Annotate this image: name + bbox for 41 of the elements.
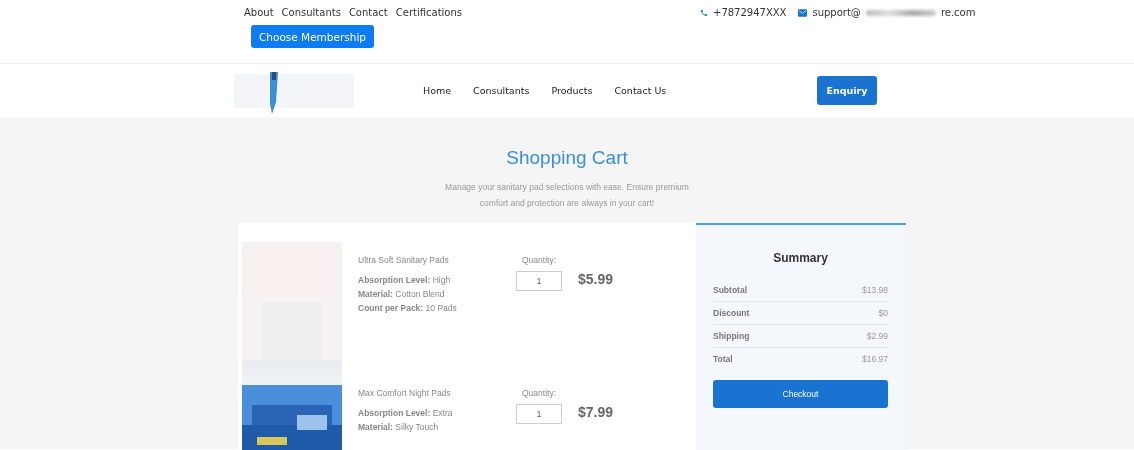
quantity-label: Quantity: [522, 388, 556, 398]
quantity-field[interactable]: 1 [516, 271, 562, 291]
product-spec: Count per Pack: 10 Pads [358, 303, 458, 313]
nav-link[interactable]: Consultants [473, 85, 530, 96]
summary-label: Shipping [713, 331, 750, 341]
product-name: Max Comfort Night Pads [358, 388, 452, 398]
product-name: Ultra Soft Sanitary Pads [358, 255, 450, 265]
summary-label: Subtotal [713, 285, 747, 295]
nav-link[interactable]: Home [423, 85, 452, 96]
summary-value: $13.98 [862, 285, 888, 295]
summary-value: $16.97 [862, 354, 888, 364]
mail-icon [798, 8, 808, 17]
product-price: $7.99 [578, 403, 614, 422]
product-spec: Absorption Level: High [358, 275, 452, 285]
summary-value: $2.99 [866, 331, 888, 341]
nav-link[interactable]: Products [551, 85, 593, 96]
quantity-label: Quantity: [522, 255, 556, 265]
enquiry-button[interactable]: Enquiry [817, 76, 877, 105]
top-link[interactable]: Contact [348, 7, 388, 18]
membership-button[interactable]: Choose Membership [251, 25, 374, 48]
product-spec: Material: Cotton Blend [358, 289, 446, 299]
quantity-field[interactable]: 1 [516, 404, 562, 424]
page-subtitle: Manage your sanitary pad selections with ease. Ensure premium comfort and protection are always in your cart! [444, 181, 690, 210]
summary-title: Summary [772, 251, 829, 265]
email-end: re.com [940, 7, 976, 18]
top-link[interactable]: Consultants [281, 7, 341, 18]
page-title: Shopping Cart [506, 147, 628, 169]
summary-label: Discount [713, 308, 750, 318]
blurred-text [865, 9, 936, 16]
summary-value: $0 [878, 308, 888, 318]
checkout-button[interactable]: Checkout [713, 380, 888, 408]
product-spec: Absorption Level: Extra [358, 408, 454, 418]
phone-number: +7872947XXX [713, 7, 787, 18]
email-start: support@ [812, 7, 861, 18]
top-link[interactable]: About [244, 7, 274, 18]
top-link[interactable]: Certifications [395, 7, 463, 18]
product-spec: Material: Silky Touch [358, 422, 440, 432]
phone-icon [700, 8, 708, 17]
summary-label: Total [713, 354, 733, 364]
product-price: $5.99 [578, 270, 614, 289]
nav-link[interactable]: Contact Us [614, 85, 667, 96]
